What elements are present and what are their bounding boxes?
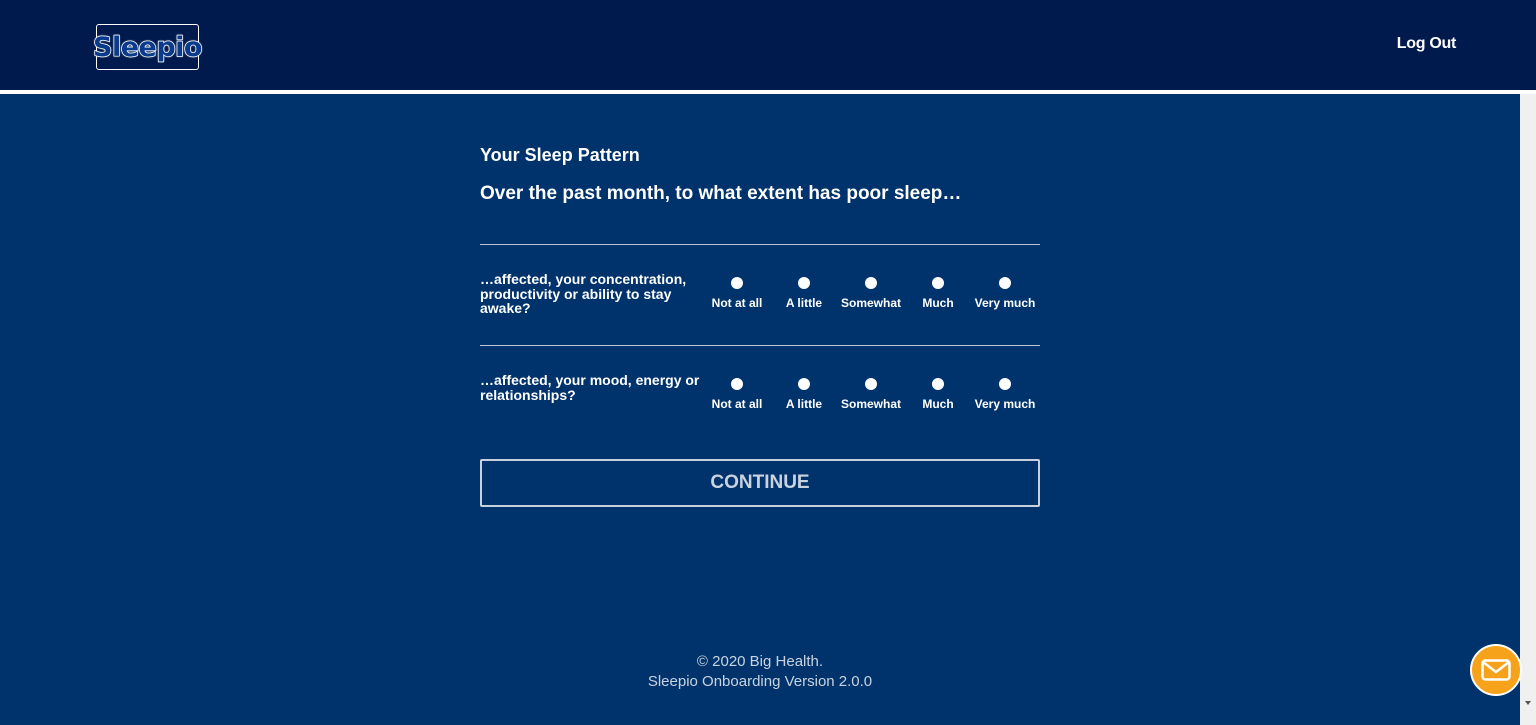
header-divider — [0, 90, 1536, 94]
option-label: Much — [922, 296, 954, 310]
option-label: Not at all — [711, 296, 763, 310]
radio-button[interactable] — [999, 277, 1011, 289]
radio-button[interactable] — [932, 378, 944, 390]
option-a-little[interactable]: A little — [769, 378, 839, 411]
option-label: Somewhat — [840, 296, 901, 310]
mail-envelope-icon — [1481, 659, 1511, 681]
scroll-down-arrow-icon[interactable] — [1525, 701, 1531, 705]
radio-button[interactable] — [798, 378, 810, 390]
option-label: Very much — [974, 397, 1036, 411]
option-very-much[interactable]: Very much — [970, 277, 1040, 310]
logout-link[interactable]: Log Out — [1397, 35, 1457, 53]
top-navigation-bar: Sleepio Log Out — [0, 0, 1536, 90]
sleepio-logo[interactable]: Sleepio — [92, 24, 203, 70]
option-label: Not at all — [711, 397, 763, 411]
option-not-at-all[interactable]: Not at all — [702, 378, 772, 411]
option-label: Much — [922, 397, 954, 411]
radio-button[interactable] — [731, 277, 743, 289]
continue-button[interactable]: CONTINUE — [480, 459, 1040, 507]
radio-button[interactable] — [731, 378, 743, 390]
question-row-label: …affected, your concentration, productiv… — [480, 271, 687, 316]
option-much[interactable]: Much — [903, 277, 973, 310]
option-label: Very much — [974, 296, 1036, 310]
version-text: Sleepio Onboarding Version 2.0.0 — [647, 673, 873, 690]
radio-button[interactable] — [865, 277, 877, 289]
option-label: A little — [785, 296, 823, 310]
option-a-little[interactable]: A little — [769, 277, 839, 310]
option-label: Somewhat — [840, 397, 901, 411]
option-label: A little — [785, 397, 823, 411]
radio-button[interactable] — [932, 277, 944, 289]
copyright-text: © 2020 Big Health. — [696, 653, 824, 670]
option-somewhat[interactable]: Somewhat — [836, 378, 906, 411]
row-divider — [480, 345, 1040, 346]
question-row-label: …affected, your mood, energy or relation… — [480, 372, 700, 403]
section-title: Your Sleep Pattern — [480, 145, 640, 165]
chat-launcher-button[interactable] — [1470, 644, 1522, 696]
option-much[interactable]: Much — [903, 378, 973, 411]
page-scrollbar[interactable] — [1520, 94, 1536, 725]
logo-text: Sleepio — [92, 31, 203, 63]
question-title: Over the past month, to what extent has … — [480, 183, 962, 204]
option-not-at-all[interactable]: Not at all — [702, 277, 772, 310]
radio-button[interactable] — [798, 277, 810, 289]
option-very-much[interactable]: Very much — [970, 378, 1040, 411]
radio-button[interactable] — [999, 378, 1011, 390]
row-divider — [480, 244, 1040, 245]
option-somewhat[interactable]: Somewhat — [836, 277, 906, 310]
radio-button[interactable] — [865, 378, 877, 390]
footer: © 2020 Big Health. Sleepio Onboarding Ve… — [0, 652, 1520, 692]
